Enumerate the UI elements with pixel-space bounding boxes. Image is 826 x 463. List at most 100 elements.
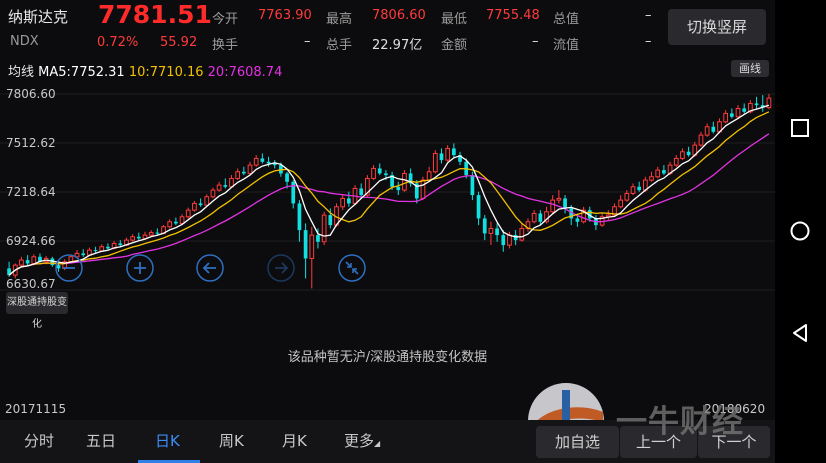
candle-body [531, 212, 537, 223]
candle-body [192, 202, 197, 211]
candle-body [704, 126, 710, 136]
candle-body [698, 134, 704, 146]
candle [25, 255, 30, 266]
candle [760, 95, 765, 112]
candle-body [377, 168, 382, 174]
candle-body [396, 186, 401, 191]
candle-body [575, 218, 580, 222]
change-value: 55.92 [160, 35, 198, 50]
tab-month-k[interactable]: 月K [282, 430, 307, 451]
float-cap-value: – [645, 34, 652, 49]
candle-body [384, 173, 388, 176]
candle-body [210, 189, 216, 198]
candle [408, 168, 413, 187]
candle-body [303, 230, 308, 259]
change-percent: 0.72% [97, 35, 139, 50]
ma20-value: 20:7608.74 [207, 65, 283, 80]
candle-body [99, 246, 105, 252]
candle [482, 215, 487, 241]
candle [377, 163, 382, 176]
candle-body [711, 126, 716, 132]
arrow-right-icon[interactable] [267, 254, 295, 282]
kline-chart[interactable]: 7806.60 7512.62 7218.64 6924.66 6630.67 [0, 80, 775, 295]
candle-body [673, 157, 679, 166]
candle-body [216, 184, 222, 191]
candle [476, 191, 481, 226]
candle-body [118, 243, 123, 246]
candle [185, 207, 191, 219]
index-name: 纳斯达克 [8, 8, 69, 26]
candle-body [31, 256, 37, 264]
quote-header: 纳斯达克 NDX 7781.51 0.72% 55.92 今开 7763.90 … [0, 0, 775, 56]
switch-portrait-button[interactable]: 切换竖屏 [668, 9, 766, 45]
zoom-in-icon[interactable] [126, 254, 154, 282]
candle-body [235, 171, 241, 179]
arrow-left-icon[interactable] [196, 254, 224, 282]
candle-body [662, 170, 666, 174]
candle [488, 221, 494, 246]
candle-body [167, 221, 173, 228]
hk-empty-message: 该品种暂无沪/深股通持股变化数据 [287, 350, 488, 365]
add-watchlist-button[interactable]: 加自选 [536, 426, 619, 458]
tab-more[interactable]: 更多◢ [344, 430, 380, 451]
open-label: 今开 [212, 12, 239, 27]
candle [81, 249, 86, 257]
candle [742, 103, 747, 114]
candle [216, 181, 222, 192]
candle-body [742, 108, 747, 112]
candle-body [204, 196, 210, 206]
candle-body [445, 147, 451, 161]
candles [7, 93, 772, 289]
tab-more-label: 更多 [344, 432, 375, 450]
tab-five-day[interactable]: 五日 [86, 430, 116, 451]
candle-body [56, 265, 61, 269]
candle [581, 206, 586, 224]
candle-body [637, 186, 642, 191]
candle-body [179, 216, 185, 224]
candle-body [452, 148, 456, 156]
stock-detail-screen: 纳斯达克 NDX 7781.51 0.72% 55.92 今开 7763.90 … [0, 0, 775, 463]
candle-body [359, 188, 364, 196]
y-tick-label: 6630.67 [6, 277, 56, 291]
hk-holding-button[interactable]: 深股通持股变化 [6, 292, 68, 330]
corner-triangle-icon: ◢ [374, 439, 381, 448]
candle [531, 210, 537, 224]
candle [241, 166, 246, 176]
low-value: 7755.48 [486, 8, 540, 23]
candle [247, 161, 253, 175]
candle-body [260, 158, 265, 162]
candle [260, 153, 265, 164]
candle-body [285, 173, 289, 182]
candle-body [148, 232, 154, 236]
candle [19, 256, 24, 267]
candle [321, 211, 327, 246]
candle-body [655, 169, 661, 178]
home-icon[interactable] [788, 219, 812, 243]
candle-body [680, 151, 685, 159]
tab-timeshare[interactable]: 分时 [24, 430, 54, 451]
tab-week-k[interactable]: 周K [219, 430, 244, 451]
candle-body [93, 250, 98, 252]
system-nav-bar [775, 0, 826, 463]
candle-body [432, 152, 438, 173]
candle-body [507, 234, 512, 246]
ma10-value: 10:7710.16 [128, 65, 204, 80]
candle [630, 183, 636, 196]
candle [414, 180, 419, 204]
candle-body [253, 157, 259, 166]
candle [495, 223, 499, 242]
watermark-text: 一牛财经 [616, 404, 744, 440]
low-label: 最低 [441, 12, 468, 27]
tab-day-k[interactable]: 日K [155, 430, 180, 451]
candle [698, 131, 704, 147]
candle [605, 210, 611, 221]
recent-apps-icon[interactable] [788, 116, 812, 140]
collapse-icon[interactable] [338, 254, 366, 282]
back-icon[interactable] [788, 321, 812, 345]
candle-body [630, 186, 636, 194]
candle-body [426, 171, 432, 181]
draw-line-button[interactable]: 画线 [731, 60, 769, 77]
candle-body [297, 203, 302, 231]
float-cap-label: 流值 [553, 38, 580, 53]
candle-body [25, 260, 30, 264]
